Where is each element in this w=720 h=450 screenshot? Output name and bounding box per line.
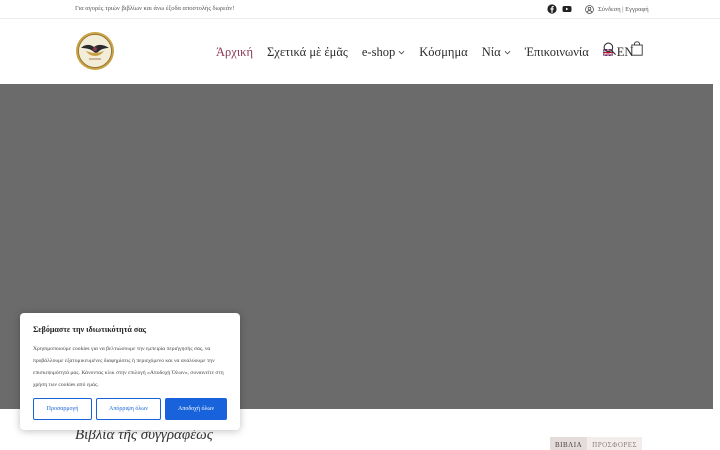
tab-books[interactable]: ΒΙΒΛΙΑ — [550, 437, 588, 450]
nav-item-eshop[interactable]: e-shop — [362, 45, 405, 60]
facebook-icon[interactable] — [547, 4, 557, 14]
nav-label: Άρχική — [216, 44, 254, 59]
nav-label: Ἐπικοινωνία — [524, 44, 589, 59]
search-icon[interactable] — [603, 42, 616, 55]
nav-label: Σχετικά μὲ ἐμᾶς — [267, 44, 348, 59]
nav-label: Νία — [481, 44, 501, 59]
site-header: Άρχική Σχετικά μὲ ἐμᾶς e-shop Κόσμημα Νί… — [0, 19, 720, 84]
chevron-down-icon — [398, 50, 405, 54]
site-logo[interactable] — [75, 31, 115, 71]
top-bar: Για αγορές τριών βιβλίων και άνω έξοδα α… — [0, 0, 720, 19]
account-label: Σύνδεση | Εγγραφή — [598, 5, 649, 13]
promo-text: Για αγορές τριών βιβλίων και άνω έξοδα α… — [75, 5, 235, 12]
nav-item-jewelry[interactable]: Κόσμημα — [419, 45, 468, 60]
product-tabs: ΒΙΒΛΙΑ ΠΡΟΣΦΟΡΕΣ — [550, 437, 643, 450]
shopping-bag-icon[interactable] — [631, 41, 643, 56]
nav-item-contact[interactable]: Ἐπικοινωνία — [525, 45, 589, 60]
nav-item-about[interactable]: Σχετικά μὲ ἐμᾶς — [267, 45, 348, 60]
reject-all-button[interactable]: Απόρριψη όλων — [96, 398, 161, 420]
tab-offers[interactable]: ΠΡΟΣΦΟΡΕΣ — [587, 437, 643, 450]
nav-label: e-shop — [361, 44, 396, 59]
account-link[interactable]: Σύνδεση | Εγγραφή — [585, 3, 649, 15]
cookie-consent-banner: Σεβόμαστε την ιδιωτικότητά σας Χρησιμοπο… — [20, 313, 240, 430]
youtube-icon[interactable] — [562, 4, 572, 14]
nav-label: Κόσμημα — [419, 44, 468, 59]
customize-button[interactable]: Προσαρμογή — [33, 398, 92, 420]
nav-item-home[interactable]: Άρχική — [216, 45, 253, 60]
cookie-description: Χρησιμοποιούμε cookies για να βελτιώσουμ… — [33, 346, 224, 388]
user-icon — [585, 4, 594, 14]
main-nav: Άρχική Σχετικά μὲ ἐμᾶς e-shop Κόσμημα Νί… — [216, 43, 647, 61]
nav-item-news[interactable]: Νία — [482, 45, 511, 60]
accept-all-button[interactable]: Αποδοχή όλων — [165, 398, 227, 420]
cookie-title: Σεβόμαστε την ιδιωτικότητά σας — [33, 325, 147, 334]
chevron-down-icon — [504, 50, 511, 54]
